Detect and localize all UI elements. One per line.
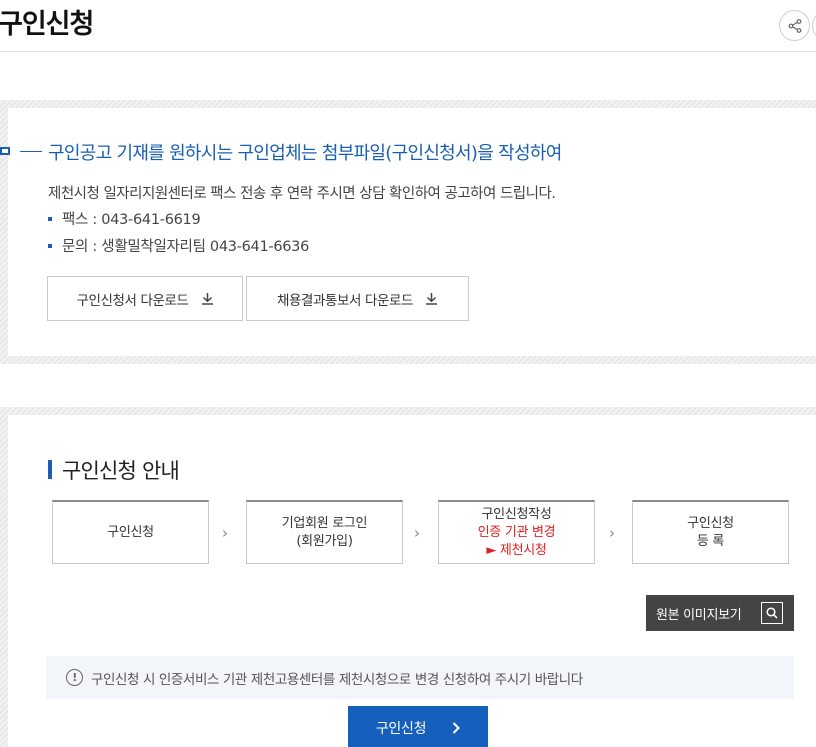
- alert-text: 구인신청 시 인증서비스 기관 제천고용센터를 제천시청으로 변경 신청하여 주…: [91, 671, 583, 688]
- step-label: 구인신청작성: [481, 506, 552, 522]
- step-arrow-icon: ›: [609, 524, 615, 542]
- step-label: 구인신청: [107, 524, 154, 540]
- heading-dash: [20, 151, 42, 152]
- step-arrow-icon: ›: [222, 524, 228, 542]
- step-arrow-icon: ›: [414, 524, 420, 542]
- bullet-icon: [48, 216, 52, 221]
- page-title: 구인신청: [0, 9, 94, 40]
- apply-button[interactable]: 구인신청: [348, 706, 488, 747]
- chevron-right-icon: [452, 722, 461, 734]
- button-label: 구인신청서 다운로드: [76, 292, 189, 309]
- heading-marker-icon: [0, 147, 10, 155]
- button-label: 채용결과통보서 다운로드: [276, 292, 414, 309]
- step-highlight: ► 제천시청: [486, 542, 547, 558]
- step-2: 기업회원 로그인 (회원가입): [246, 500, 403, 564]
- step-1: 구인신청: [52, 500, 209, 564]
- step-label: 기업회원 로그인: [281, 515, 368, 531]
- fax-number: 팩스 : 043-641-6619: [62, 212, 201, 228]
- button-label: 구인신청: [375, 721, 427, 737]
- share-button[interactable]: [779, 10, 810, 41]
- search-icon: [761, 602, 783, 624]
- step-label: 구인신청: [687, 515, 734, 531]
- step-4: 구인신청 등 록: [632, 500, 789, 564]
- list-item: 팩스 : 043-641-6619: [48, 208, 201, 229]
- title-divider: [0, 51, 816, 52]
- download-icon: [201, 293, 213, 305]
- list-item: 문의 : 생활밀착일자리팀 043-641-6636: [48, 235, 309, 256]
- notice-box: 구인공고 기재를 원하시는 구인업체는 첨부파일(구인신청서)을 작성하여 제천…: [0, 100, 816, 364]
- download-result-report-button[interactable]: 채용결과통보서 다운로드: [246, 276, 469, 321]
- step-sublabel: 등 록: [696, 533, 725, 549]
- download-icon: [426, 293, 438, 305]
- print-button[interactable]: [812, 10, 816, 41]
- step-sublabel: (회원가입): [296, 533, 353, 549]
- share-icon: [788, 18, 801, 33]
- info-icon: !: [66, 669, 83, 686]
- guide-title: 구인신청 안내: [62, 459, 180, 483]
- info-alert: ! 구인신청 시 인증서비스 기관 제천고용센터를 제천시청으로 변경 신청하여…: [46, 656, 794, 699]
- download-application-button[interactable]: 구인신청서 다운로드: [47, 276, 243, 321]
- notice-title: 구인공고 기재를 원하시는 구인업체는 첨부파일(구인신청서)을 작성하여: [48, 143, 562, 164]
- section-bar: [48, 460, 52, 479]
- notice-description: 제천시청 일자리지원센터로 팩스 전송 후 연락 주시면 상담 확인하여 공고하…: [48, 186, 556, 202]
- guide-box: 구인신청 안내 구인신청 › 기업회원 로그인 (회원가입) › 구인신청작성 …: [0, 407, 816, 747]
- step-3: 구인신청작성 인증 기관 변경 ► 제천시청: [438, 500, 595, 564]
- step-highlight: 인증 기관 변경: [477, 524, 556, 540]
- view-original-image-button[interactable]: 원본 이미지보기: [646, 595, 794, 631]
- bullet-icon: [48, 243, 52, 248]
- contact-number: 문의 : 생활밀착일자리팀 043-641-6636: [62, 239, 310, 255]
- button-label: 원본 이미지보기: [656, 607, 742, 623]
